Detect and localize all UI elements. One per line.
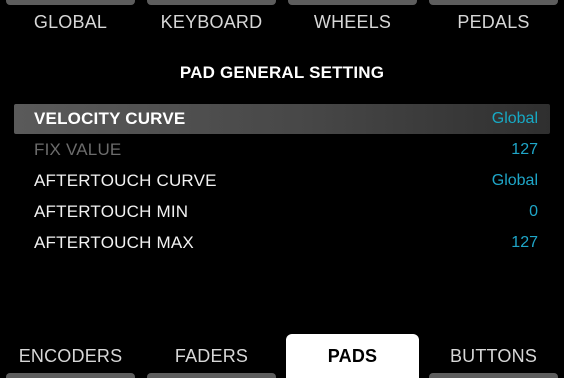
setting-label: AFTERTOUCH CURVE bbox=[34, 171, 217, 190]
tab-faders[interactable]: FADERS bbox=[141, 334, 282, 378]
setting-label: FIX VALUE bbox=[34, 140, 122, 159]
setting-value: 0 bbox=[529, 203, 538, 220]
setting-value: Global bbox=[491, 110, 538, 127]
page-title: PAD GENERAL SETTING bbox=[179, 63, 385, 82]
setting-value: 127 bbox=[511, 234, 538, 251]
setting-label: AFTERTOUCH MIN bbox=[34, 202, 189, 221]
settings-list: VELOCITY CURVE Global FIX VALUE 127 AFTE… bbox=[14, 104, 550, 259]
tab-pads[interactable]: PADS bbox=[286, 334, 419, 378]
setting-row-aftertouch-curve[interactable]: AFTERTOUCH CURVE Global bbox=[14, 166, 550, 196]
top-tab-bar: GLOBAL KEYBOARD WHEELS PEDALS bbox=[0, 0, 564, 44]
controller-screen: GLOBAL KEYBOARD WHEELS PEDALS PAD GENERA… bbox=[0, 0, 564, 378]
tab-buttons[interactable]: BUTTONS bbox=[423, 334, 564, 378]
setting-row-aftertouch-max[interactable]: AFTERTOUCH MAX 127 bbox=[14, 228, 550, 258]
tab-wheels[interactable]: WHEELS bbox=[282, 0, 423, 44]
setting-label: AFTERTOUCH MAX bbox=[34, 233, 194, 252]
tab-global[interactable]: GLOBAL bbox=[0, 0, 141, 44]
tab-encoders[interactable]: ENCODERS bbox=[0, 334, 141, 378]
bottom-tab-bar: ENCODERS FADERS PADS BUTTONS bbox=[0, 334, 564, 378]
tab-pedals[interactable]: PEDALS bbox=[423, 0, 564, 44]
setting-row-fix-value[interactable]: FIX VALUE 127 bbox=[14, 135, 550, 165]
setting-value: Global bbox=[491, 172, 538, 189]
setting-row-aftertouch-min[interactable]: AFTERTOUCH MIN 0 bbox=[14, 197, 550, 227]
setting-label: VELOCITY CURVE bbox=[34, 109, 186, 128]
setting-value: 127 bbox=[511, 141, 538, 158]
setting-row-velocity-curve[interactable]: VELOCITY CURVE Global bbox=[14, 104, 550, 134]
tab-keyboard[interactable]: KEYBOARD bbox=[141, 0, 282, 44]
